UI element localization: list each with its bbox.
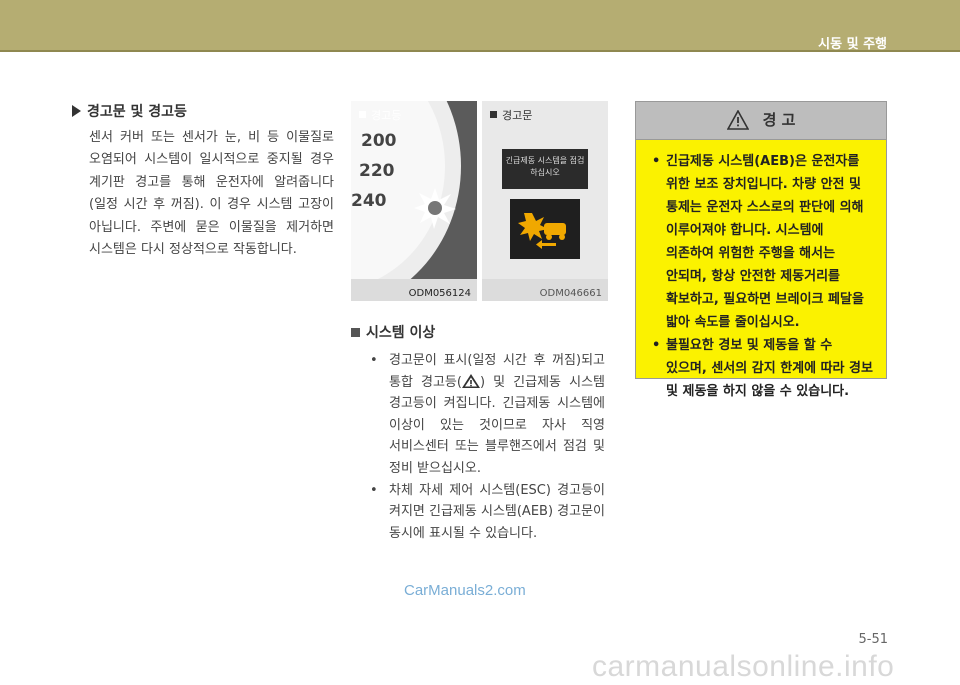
section-heading: 경고문 및 경고등 (72, 101, 334, 121)
image-label-text: 경고등 (371, 109, 402, 122)
square-bullet-icon (359, 111, 366, 118)
warning-lamp-image: 경고등 200 220 240 ODM056124 (351, 101, 477, 301)
system-fault-section: 시스템 이상 경고문이 표시(일정 시간 후 꺼짐)되고 통합 경고등() 및 … (351, 322, 611, 544)
subsection-heading-text: 시스템 이상 (366, 325, 436, 341)
footer-site-url: carmanualsonline.info (592, 650, 895, 683)
square-bullet-icon (490, 111, 497, 118)
left-section: 경고문 및 경고등 센서 커버 또는 센서가 눈, 비 등 이물질로 오염되어 … (72, 101, 334, 261)
header-rule (0, 50, 960, 52)
collision-warning-icon (414, 188, 456, 229)
cluster-message: 긴급제동 시스템을 점검하십시오 (502, 149, 588, 189)
image-code: ODM056124 (408, 288, 471, 299)
gauge-number: 240 (351, 191, 387, 211)
gauge-number: 220 (359, 161, 395, 181)
square-bullet-icon (351, 328, 360, 337)
subsection-heading: 시스템 이상 (351, 322, 611, 342)
section-body: 센서 커버 또는 센서가 눈, 비 등 이물질로 오염되어 시스템이 일시적으로… (89, 130, 334, 258)
image-label: 경고문 (490, 107, 532, 123)
warning-item: 불필요한 경보 및 제동을 할 수 있으며, 센서의 감지 한계에 따라 경보 … (648, 334, 874, 403)
chapter-title: 시동 및 주행 (818, 37, 887, 52)
warning-heading: 경 고 (636, 102, 886, 140)
triangle-bullet-icon (72, 105, 81, 117)
section-heading-text: 경고문 및 경고등 (87, 104, 187, 120)
warning-list: 긴급제동 시스템(AEB)은 운전자를 위한 보조 장치입니다. 차량 안전 및… (636, 140, 886, 403)
warning-heading-text: 경 고 (762, 111, 796, 129)
watermark: CarManuals2.com (404, 582, 526, 599)
aeb-icon-panel (510, 199, 580, 259)
image-label-text: 경고문 (502, 109, 533, 122)
list-item: 차체 자세 제어 시스템(ESC) 경고등이 켜지면 긴급제동 시스템(AEB)… (351, 480, 611, 545)
master-warning-icon (461, 373, 480, 388)
image-label: 경고등 (359, 107, 401, 123)
warning-box: 경 고 긴급제동 시스템(AEB)은 운전자를 위한 보조 장치입니다. 차량 … (635, 101, 887, 399)
page-number: 5-51 (858, 632, 888, 647)
image-code: ODM046661 (539, 288, 602, 299)
aeb-warning-icon (518, 213, 566, 249)
warning-message-image: 경고문 긴급제동 시스템을 점검하십시오 ODM046661 (482, 101, 608, 301)
warning-triangle-icon (726, 109, 749, 130)
header-band (0, 0, 960, 50)
warning-item: 긴급제동 시스템(AEB)은 운전자를 위한 보조 장치입니다. 차량 안전 및… (648, 150, 874, 334)
fault-list: 경고문이 표시(일정 시간 후 꺼짐)되고 통합 경고등() 및 긴급제동 시스… (351, 350, 611, 544)
list-item: 경고문이 표시(일정 시간 후 꺼짐)되고 통합 경고등() 및 긴급제동 시스… (351, 350, 611, 480)
gauge-number: 200 (361, 131, 397, 151)
